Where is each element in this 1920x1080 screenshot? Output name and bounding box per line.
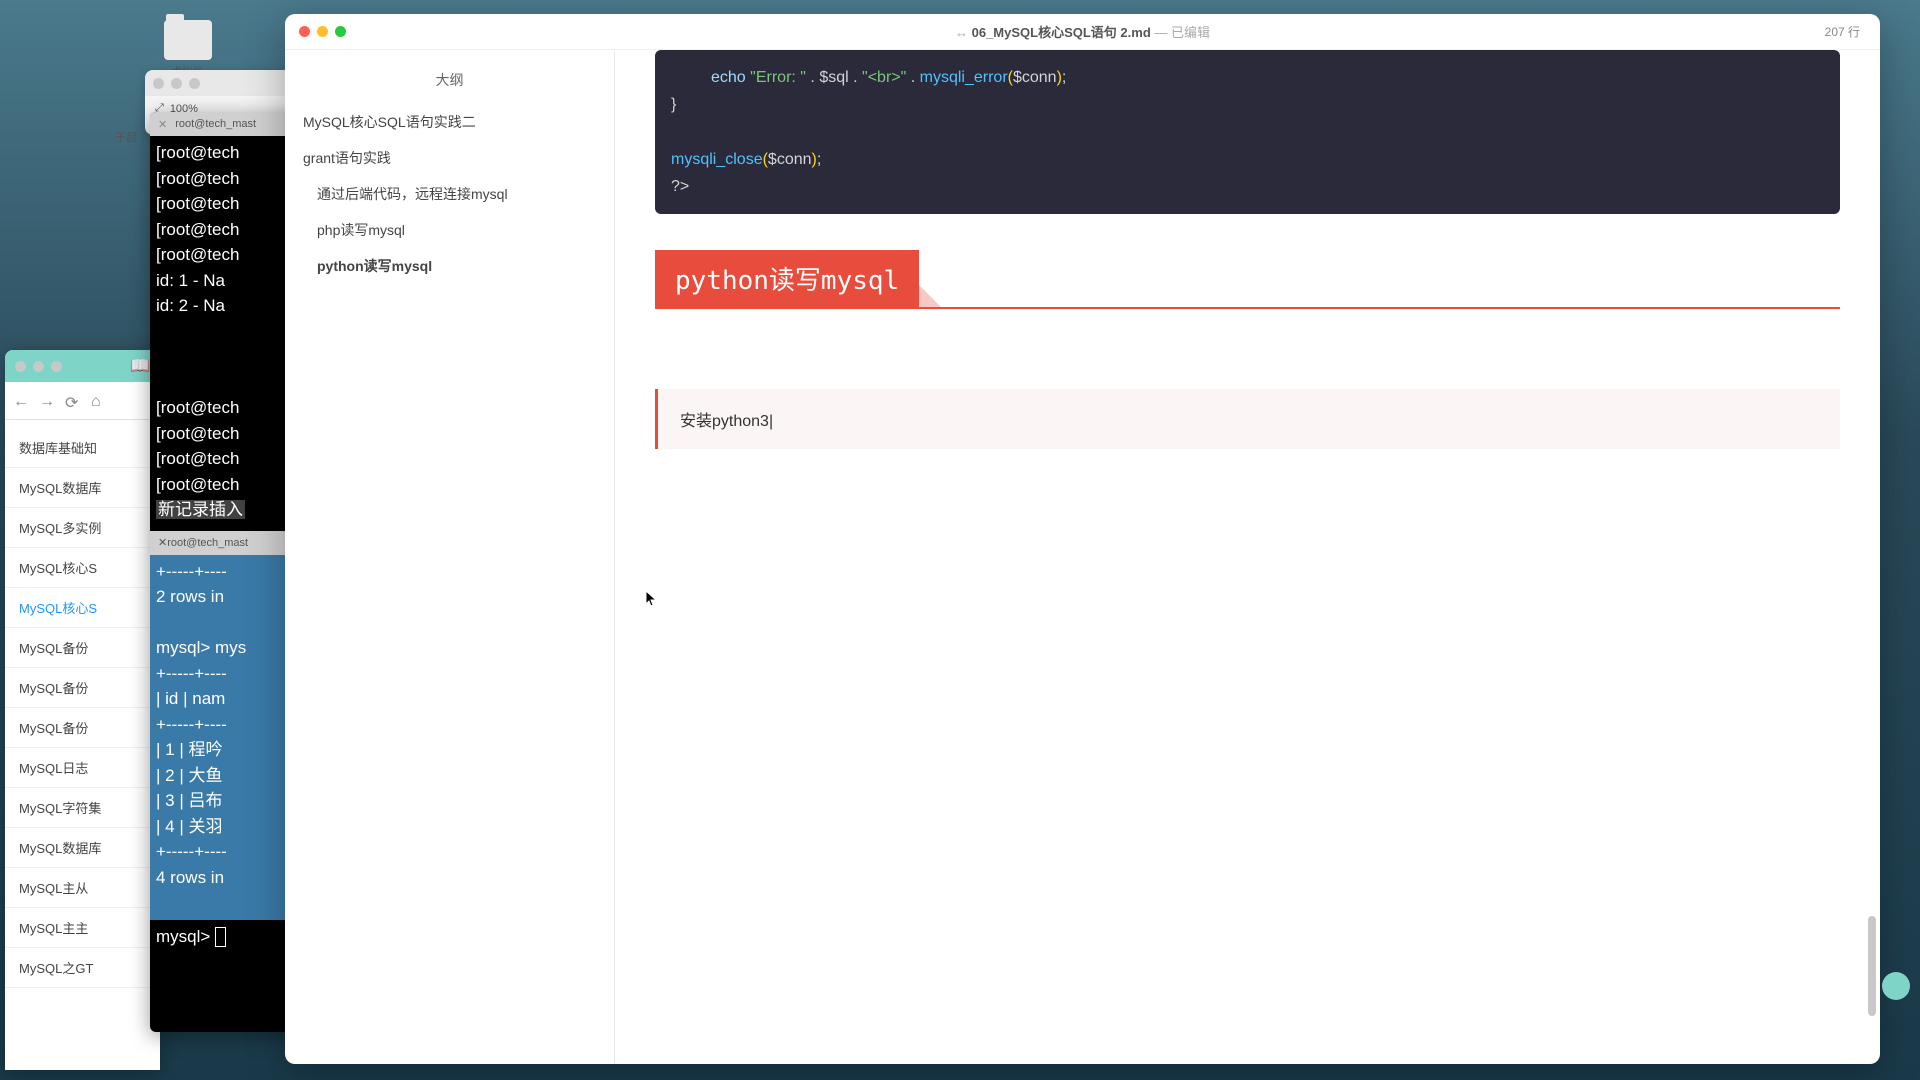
- list-item[interactable]: MySQL备份: [5, 708, 160, 748]
- outline-item[interactable]: grant语句实践: [285, 140, 614, 176]
- cursor-icon: [645, 590, 659, 608]
- section-header-wrap: python读写mysql: [655, 250, 1840, 309]
- reload-icon[interactable]: ⟳: [65, 393, 81, 409]
- vm-traffic-lights[interactable]: [153, 78, 200, 89]
- list-item[interactable]: MySQL备份: [5, 628, 160, 668]
- editor-titlebar[interactable]: ↔ 06_MySQL核心SQL语句 2.md — 已编辑 207 行: [285, 14, 1880, 50]
- list-item[interactable]: MySQL备份: [5, 668, 160, 708]
- dock-app-icon[interactable]: [1882, 972, 1910, 1000]
- outline-item-active[interactable]: python读写mysql: [285, 248, 614, 284]
- outline-panel[interactable]: 大纲 MySQL核心SQL语句实践二 grant语句实践 通过后端代码，远程连接…: [285, 50, 615, 1064]
- back-icon[interactable]: ←: [13, 393, 29, 409]
- note-text: 安装python3: [680, 413, 773, 430]
- maximize-icon[interactable]: [335, 26, 346, 37]
- list-item[interactable]: MySQL之GT: [5, 948, 160, 988]
- list-item[interactable]: MySQL数据库: [5, 828, 160, 868]
- section-heading: python读写mysql: [655, 250, 919, 307]
- book-icon: 📖: [130, 356, 150, 376]
- list-item[interactable]: MySQL核心S: [5, 588, 160, 628]
- terminal-tab-label: root@tech_mast: [167, 537, 248, 549]
- home-icon[interactable]: ⌂: [91, 393, 107, 409]
- outline-item[interactable]: 通过后端代码，远程连接mysql: [285, 176, 614, 212]
- editor-window[interactable]: ↔ 06_MySQL核心SQL语句 2.md — 已编辑 207 行 大纲 My…: [285, 14, 1880, 1064]
- outline-title: 大纲: [285, 64, 614, 104]
- editor-content[interactable]: echo "Error: " . $sql . "<br>" . mysqli_…: [615, 50, 1880, 1064]
- close-icon[interactable]: ✕: [158, 536, 167, 549]
- outline-item[interactable]: php读写mysql: [285, 212, 614, 248]
- code-block[interactable]: echo "Error: " . $sql . "<br>" . mysqli_…: [655, 50, 1840, 214]
- browser-list: 数据库基础知 MySQL数据库 MySQL多实例 MySQL核心S MySQL核…: [5, 420, 160, 996]
- list-item[interactable]: MySQL字符集: [5, 788, 160, 828]
- close-icon[interactable]: [299, 26, 310, 37]
- scrollbar[interactable]: [1868, 58, 1876, 1056]
- folder-icon: [164, 20, 212, 60]
- close-icon[interactable]: ✕: [158, 118, 167, 131]
- editor-title: ↔ 06_MySQL核心SQL语句 2.md — 已编辑: [299, 22, 1866, 41]
- desktop-folder[interactable]: 虚拟机: [155, 20, 220, 75]
- browser-toolbar: ← → ⟳ ⌂: [5, 382, 160, 420]
- list-item[interactable]: MySQL核心S: [5, 548, 160, 588]
- minimize-icon[interactable]: [317, 26, 328, 37]
- list-item[interactable]: 数据库基础知: [5, 428, 160, 468]
- list-item[interactable]: MySQL日志: [5, 748, 160, 788]
- forward-icon[interactable]: →: [39, 393, 55, 409]
- list-item[interactable]: MySQL主主: [5, 908, 160, 948]
- note-block[interactable]: 安装python3: [655, 389, 1840, 449]
- vm-tabs: [145, 70, 300, 96]
- browser-window[interactable]: 📖 ← → ⟳ ⌂ 数据库基础知 MySQL数据库 MySQL多实例 MySQL…: [5, 350, 160, 1070]
- line-count: 207 行: [1825, 23, 1860, 40]
- terminal-highlight: 新记录插入: [156, 500, 245, 519]
- scrollbar-thumb[interactable]: [1868, 916, 1876, 1016]
- vm-overlay-label: 于超: [115, 129, 137, 145]
- browser-header: 📖: [5, 350, 160, 382]
- outline-item[interactable]: MySQL核心SQL语句实践二: [285, 104, 614, 140]
- browser-traffic-lights[interactable]: [15, 361, 62, 372]
- terminal-tab-label: root@tech_mast: [175, 118, 256, 130]
- list-item[interactable]: MySQL多实例: [5, 508, 160, 548]
- editor-traffic-lights[interactable]: [299, 26, 346, 37]
- list-item[interactable]: MySQL数据库: [5, 468, 160, 508]
- list-item[interactable]: MySQL主从: [5, 868, 160, 908]
